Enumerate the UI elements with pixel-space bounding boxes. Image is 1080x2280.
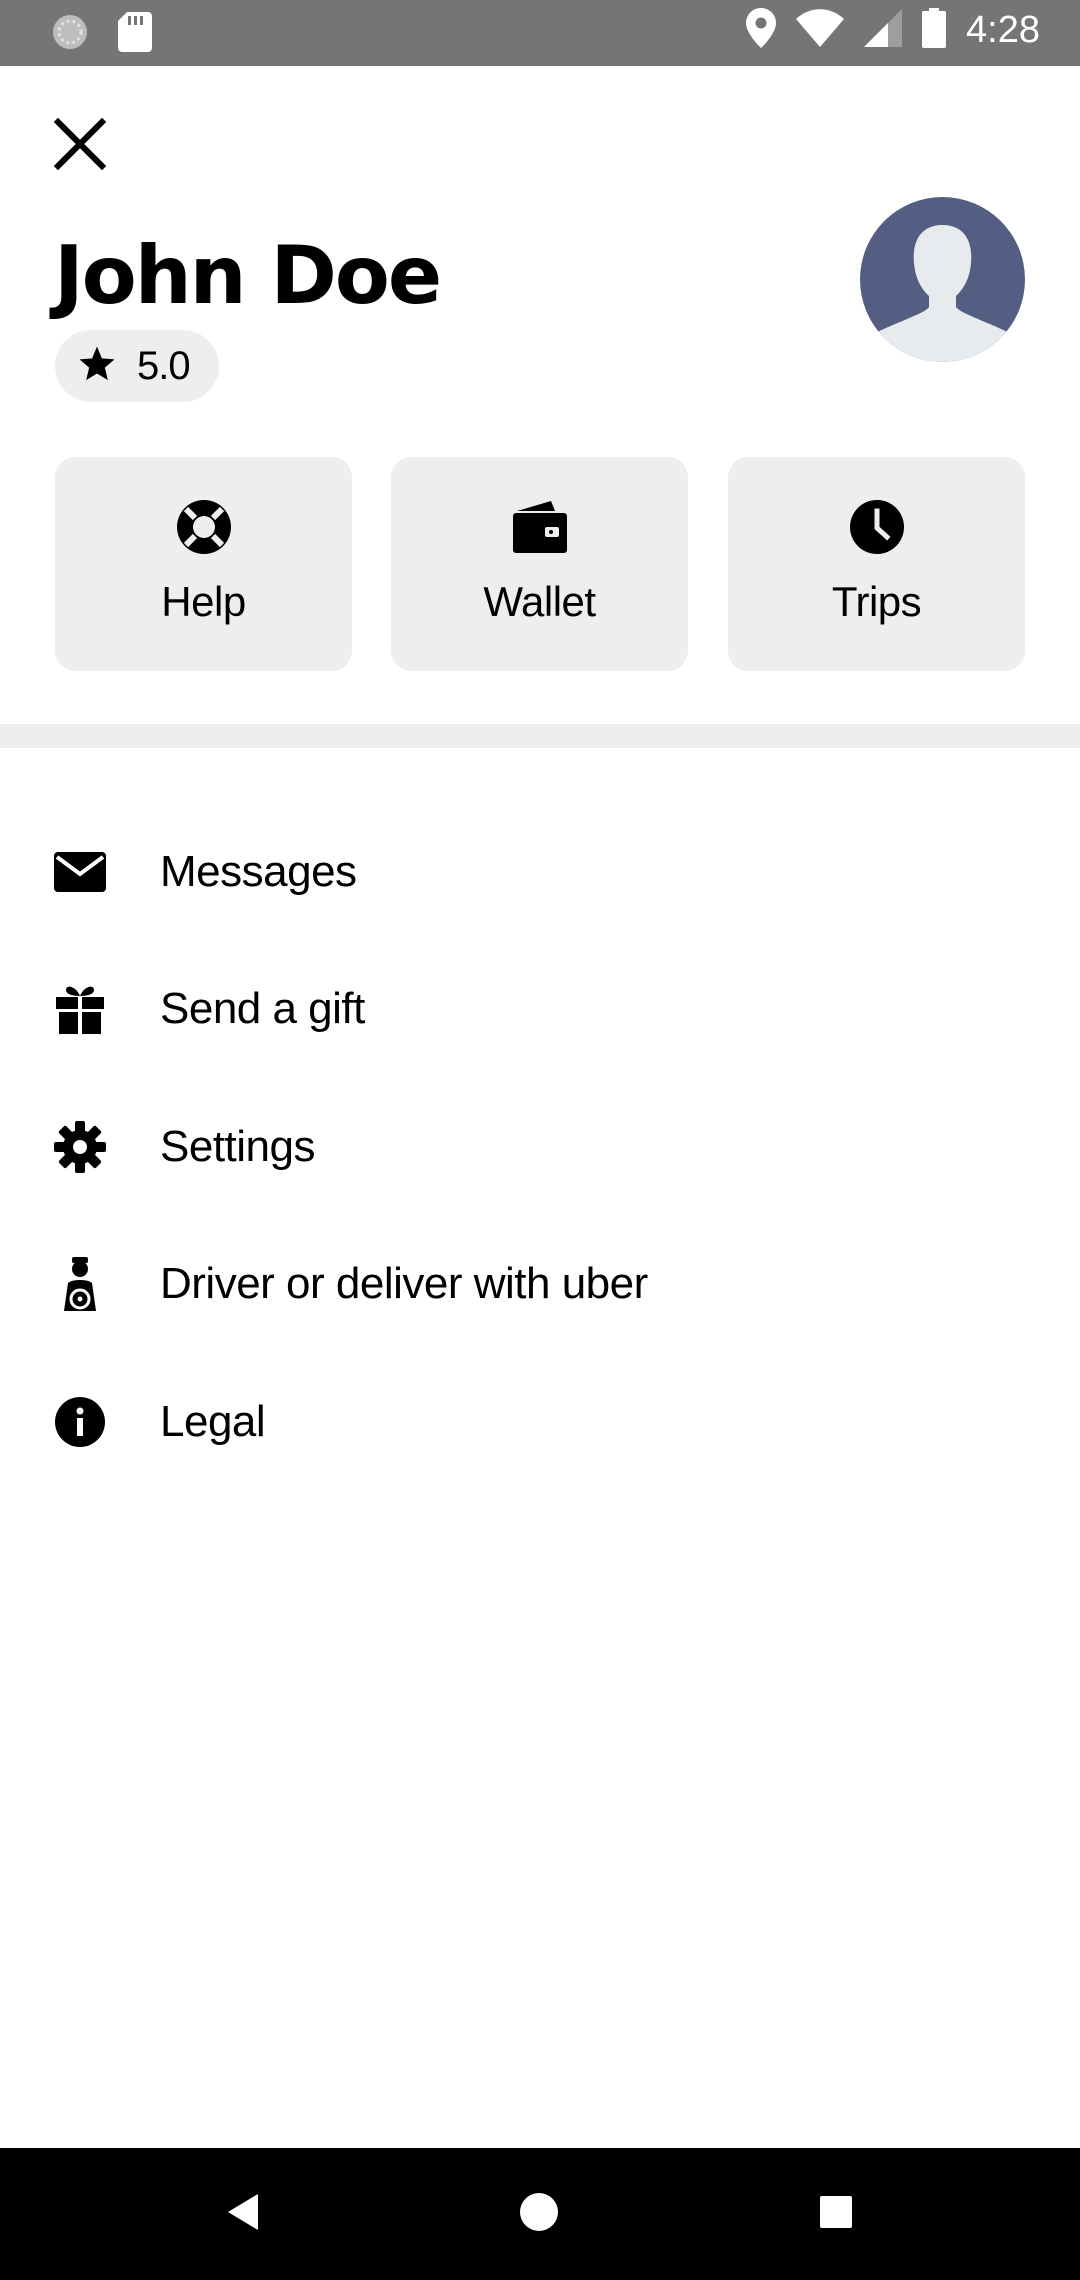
menu-item-settings[interactable]: Settings — [0, 1078, 1080, 1216]
close-button[interactable] — [52, 117, 108, 174]
wallet-label: Wallet — [483, 578, 596, 625]
envelope-icon — [52, 844, 108, 900]
location-icon — [746, 8, 777, 52]
menu-list: Messages Send a gift Settings Driver or … — [0, 803, 1080, 1491]
rating-value: 5.0 — [137, 343, 191, 388]
star-icon — [77, 344, 117, 388]
help-label: Help — [161, 578, 246, 625]
menu-label-send-gift: Send a gift — [160, 984, 365, 1034]
section-divider — [0, 724, 1080, 748]
menu-item-legal[interactable]: Legal — [0, 1353, 1080, 1491]
back-icon — [224, 2192, 264, 2236]
battery-icon — [922, 8, 947, 52]
navigation-bar — [0, 2148, 1080, 2280]
rating-badge: 5.0 — [55, 330, 219, 402]
help-tile[interactable]: Help — [55, 457, 352, 671]
person-silhouette-icon — [860, 225, 1025, 362]
home-icon — [519, 2192, 559, 2236]
avatar[interactable] — [860, 197, 1025, 362]
profile-name: John Doe — [54, 229, 442, 322]
trips-label: Trips — [831, 578, 922, 625]
recents-button[interactable] — [806, 2184, 866, 2244]
menu-label-driver: Driver or deliver with uber — [160, 1259, 648, 1309]
sync-icon — [50, 12, 90, 56]
status-time: 4:28 — [966, 8, 1040, 51]
wifi-icon — [796, 9, 845, 51]
back-button[interactable] — [214, 2184, 274, 2244]
recents-icon — [818, 2194, 854, 2234]
sd-card-icon — [118, 12, 152, 56]
menu-item-driver[interactable]: Driver or deliver with uber — [0, 1216, 1080, 1354]
lifebuoy-icon — [174, 497, 234, 557]
trips-tile[interactable]: Trips — [728, 457, 1025, 671]
gear-icon — [52, 1119, 108, 1175]
clock-icon — [847, 497, 907, 557]
menu-label-settings: Settings — [160, 1121, 315, 1171]
menu-label-legal: Legal — [160, 1396, 266, 1446]
info-icon — [52, 1394, 108, 1450]
menu-label-messages: Messages — [160, 846, 357, 896]
gift-icon — [52, 981, 108, 1037]
close-icon — [53, 117, 107, 174]
quick-actions: Help Wallet Trips — [55, 457, 1025, 671]
wallet-icon — [510, 497, 570, 557]
driver-icon — [52, 1256, 108, 1312]
status-bar: 4:28 — [0, 0, 1080, 66]
menu-item-send-gift[interactable]: Send a gift — [0, 941, 1080, 1079]
home-button[interactable] — [509, 2184, 569, 2244]
wallet-tile[interactable]: Wallet — [391, 457, 688, 671]
menu-item-messages[interactable]: Messages — [0, 803, 1080, 941]
signal-icon — [864, 9, 903, 51]
